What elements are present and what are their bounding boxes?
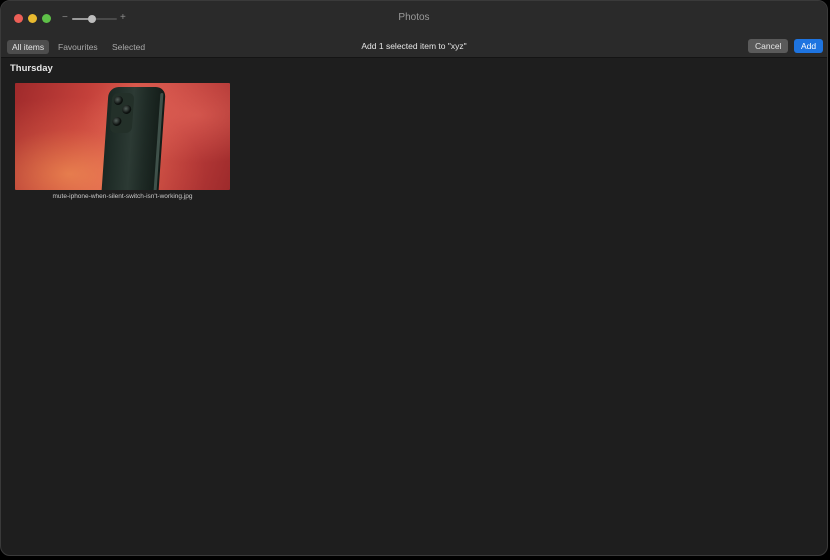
camera-lens-icon xyxy=(113,96,124,105)
section-title: Thursday xyxy=(10,63,53,74)
selection-prompt: Add 1 selected item to "xyz" xyxy=(361,41,467,51)
photo-filename: mute-iphone-when-silent-switch-isn't-wor… xyxy=(52,193,193,200)
photos-window: − + Photos All items Favourites Selected… xyxy=(0,0,828,556)
title-bar: − + Photos xyxy=(1,1,827,37)
camera-lens-icon xyxy=(121,105,132,114)
camera-lens-icon xyxy=(112,117,122,126)
camera-bump xyxy=(109,93,135,133)
window-title: Photos xyxy=(398,12,430,23)
photo-thumbnail[interactable] xyxy=(15,83,230,190)
add-button[interactable]: Add xyxy=(794,39,824,53)
cancel-button[interactable]: Cancel xyxy=(748,39,789,53)
picker-toolbar: All items Favourites Selected Add 1 sele… xyxy=(1,37,827,58)
iphone-image xyxy=(101,87,166,190)
